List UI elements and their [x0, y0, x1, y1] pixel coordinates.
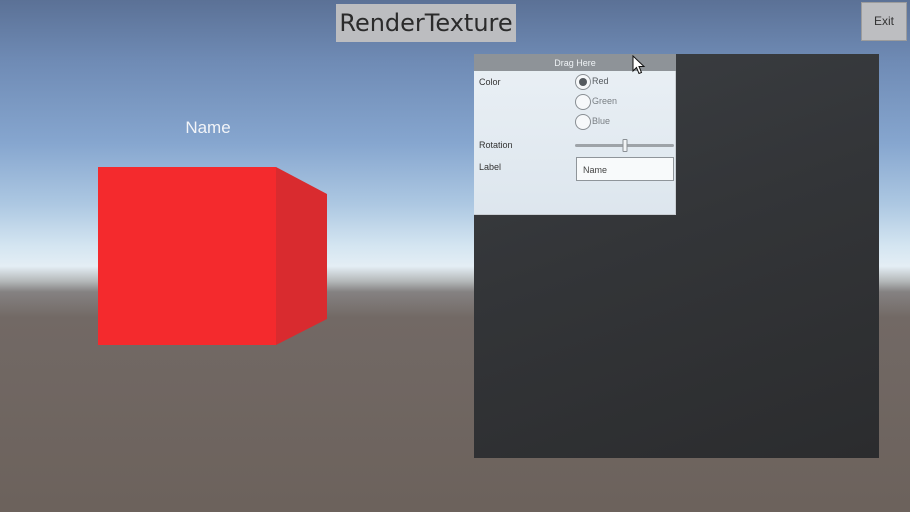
- label-field-label: Label: [479, 162, 502, 172]
- color-label: Color: [479, 77, 501, 87]
- radio-red[interactable]: Red: [575, 74, 655, 90]
- red-cube: [98, 167, 327, 345]
- cube-side-face: [276, 167, 327, 345]
- radio-blue-label: Blue: [592, 116, 611, 126]
- radio-blue[interactable]: Blue: [575, 114, 655, 130]
- radio-green-circle: [575, 94, 591, 110]
- rotation-slider-thumb[interactable]: [622, 139, 627, 152]
- rotation-label: Rotation: [479, 140, 513, 150]
- radio-red-label: Red: [592, 76, 609, 86]
- rotation-slider[interactable]: [575, 139, 674, 153]
- page-title: RenderTexture: [336, 4, 516, 42]
- radio-green[interactable]: Green: [575, 94, 655, 110]
- settings-window: Drag Here Color Red Green Blue Rotation …: [474, 54, 676, 215]
- object-name-label: Name: [185, 118, 231, 137]
- cube-front-face: [98, 167, 276, 345]
- radio-blue-circle: [575, 114, 591, 130]
- radio-green-label: Green: [592, 96, 618, 106]
- label-input[interactable]: Name: [576, 157, 674, 181]
- radio-red-circle: [575, 74, 591, 90]
- mouse-pointer-icon: [632, 55, 646, 75]
- exit-button[interactable]: Exit: [861, 2, 907, 41]
